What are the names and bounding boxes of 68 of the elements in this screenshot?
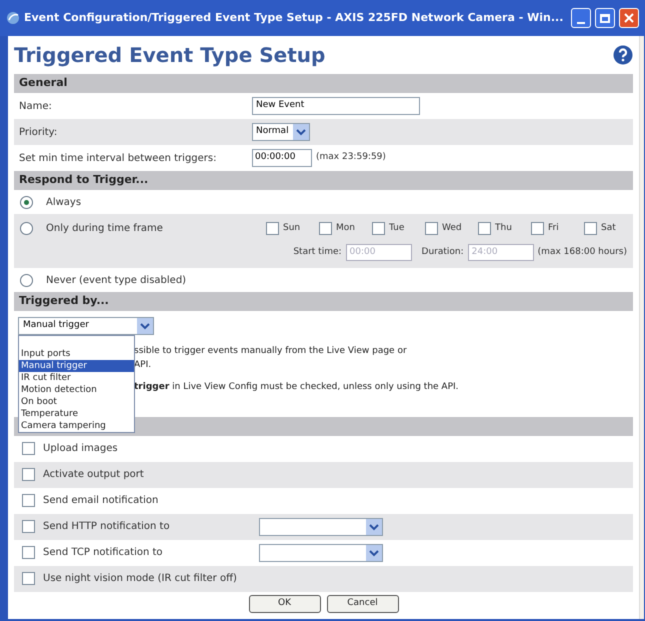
- checkbox[interactable]: [22, 468, 35, 481]
- dropdown-option[interactable]: On boot: [19, 396, 134, 408]
- action-label: Send TCP notification to: [43, 546, 164, 560]
- max-note: (max 23:59:59): [316, 151, 386, 164]
- duration-label: Duration:: [422, 246, 464, 259]
- recipient-dropdown[interactable]: [259, 544, 383, 562]
- checkbox[interactable]: [22, 442, 35, 455]
- field-label: Name:: [19, 100, 53, 114]
- radio-button[interactable]: [20, 274, 33, 286]
- checkbox[interactable]: [425, 222, 438, 235]
- dropdown-option[interactable]: Temperature: [19, 408, 134, 420]
- dropdown-option[interactable]: Motion detection: [19, 384, 134, 396]
- name-field[interactable]: New Event: [252, 97, 420, 115]
- help-icon[interactable]: [613, 45, 633, 65]
- day-label: Sat: [601, 222, 617, 235]
- day-label: Thu: [495, 222, 513, 235]
- checkbox[interactable]: [266, 222, 279, 235]
- checkbox[interactable]: [584, 222, 597, 235]
- checkbox[interactable]: [22, 494, 35, 507]
- day-label: Fri: [548, 222, 560, 235]
- window-title: Event Configuration/Triggered Event Type Setup - AXIS 225FD Network Camera - Win...: [24, 10, 564, 26]
- day-label: Sun: [283, 222, 302, 235]
- recipient-dropdown[interactable]: [259, 518, 383, 536]
- radio-label: Only during time frame: [46, 222, 164, 236]
- cancel-button[interactable]: Cancel: [326, 594, 398, 612]
- browser-icon: [6, 11, 20, 25]
- page-title: Triggered Event Type Setup: [14, 42, 326, 69]
- radio-label: Always: [46, 196, 82, 210]
- day-label: Mon: [336, 222, 356, 235]
- action-label: Upload images: [43, 442, 119, 456]
- checkbox[interactable]: [531, 222, 544, 235]
- checkbox[interactable]: [22, 520, 35, 533]
- checkbox[interactable]: [478, 222, 491, 235]
- interval-field[interactable]: 00:00:00: [252, 149, 312, 167]
- radio-button[interactable]: [20, 196, 33, 208]
- day-label: Tue: [389, 222, 406, 235]
- description-text: API.: [134, 358, 152, 372]
- action-label: Send email notification: [43, 494, 160, 508]
- priority-dropdown[interactable]: Normal: [252, 123, 310, 141]
- dropdown-option[interactable]: IR cut filter: [19, 372, 134, 384]
- maximize-button[interactable]: [595, 8, 615, 28]
- trigger-dropdown[interactable]: Manual trigger: [18, 317, 154, 335]
- checkbox[interactable]: [22, 572, 35, 585]
- action-label: Activate output port: [43, 468, 145, 482]
- dropdown-option[interactable]: Manual trigger: [19, 360, 134, 372]
- section-header: Respond to Trigger...: [19, 172, 148, 188]
- duration-note: (max 168:00 hours): [538, 246, 627, 259]
- dropdown-option[interactable]: Input ports: [19, 348, 134, 360]
- action-label: Send HTTP notification to: [43, 520, 171, 534]
- start-time-label: Start time:: [293, 246, 342, 259]
- description-text: ssible to trigger events manually from the Live View page or: [134, 345, 408, 358]
- field-label: Priority:: [19, 126, 58, 140]
- section-header: General: [19, 75, 68, 92]
- close-button[interactable]: [619, 8, 639, 28]
- checkbox[interactable]: [22, 546, 35, 559]
- radio-button[interactable]: [20, 222, 33, 235]
- dropdown-option[interactable]: Camera tampering: [19, 420, 134, 432]
- day-label: Wed: [442, 222, 463, 235]
- minimize-button[interactable]: [571, 8, 591, 28]
- radio-label: Never (event type disabled): [46, 274, 188, 288]
- description-text: trigger in Live View Config must be checked, unless only using the API.: [134, 381, 460, 394]
- field-label: Set min time interval between triggers:: [19, 152, 218, 166]
- checkbox[interactable]: [372, 222, 385, 235]
- ok-button[interactable]: OK: [248, 594, 320, 612]
- checkbox[interactable]: [319, 222, 332, 235]
- action-label: Use night vision mode (IR cut filter off): [43, 572, 238, 586]
- close-icon: [624, 13, 634, 23]
- section-header: Triggered by...: [19, 293, 109, 310]
